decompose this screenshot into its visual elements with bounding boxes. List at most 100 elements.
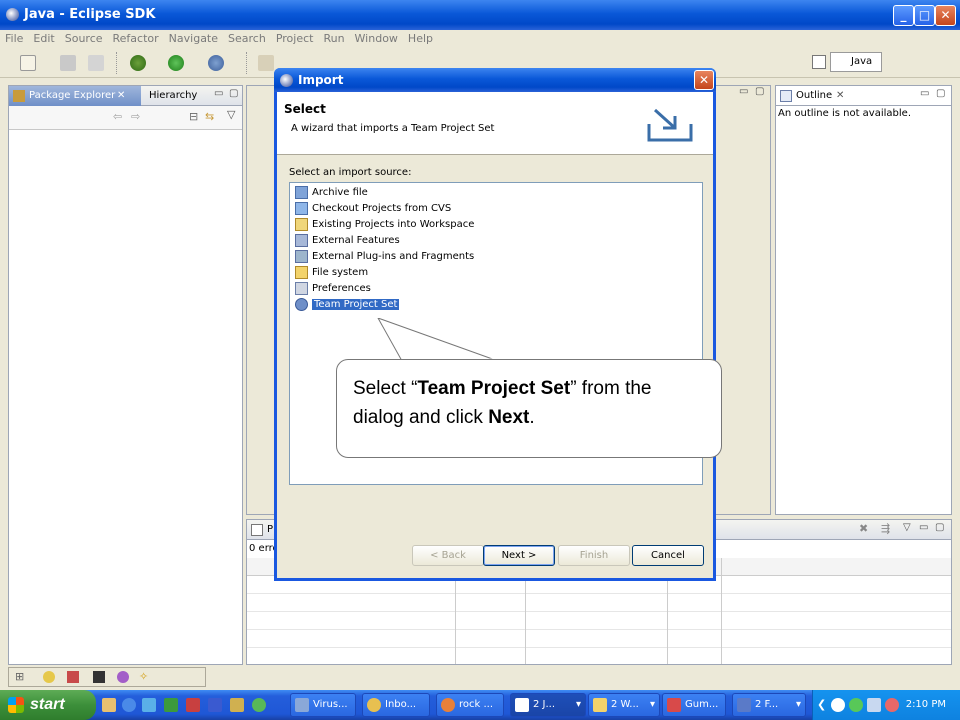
- callout-pointer: [377, 318, 499, 362]
- quicklaunch-ie-icon[interactable]: [122, 698, 136, 712]
- fast-view-icon[interactable]: ⊞: [15, 670, 24, 683]
- minimize-view-icon[interactable]: ▭: [920, 88, 929, 99]
- tree-item-preferences[interactable]: Preferences: [295, 281, 371, 296]
- tray-security-icon[interactable]: [849, 698, 863, 712]
- quicklaunch-browser-icon[interactable]: [142, 698, 156, 712]
- tree-item-archive-file[interactable]: Archive file: [295, 185, 368, 200]
- search-view-icon[interactable]: [117, 671, 129, 683]
- menu-file[interactable]: File: [0, 30, 28, 48]
- filter-icon[interactable]: ⇶: [881, 522, 890, 535]
- open-perspective-icon[interactable]: [812, 55, 826, 69]
- save-icon[interactable]: [60, 55, 76, 71]
- new-java-project-icon[interactable]: [258, 55, 274, 71]
- task-f-group[interactable]: 2 F... ▾: [732, 693, 806, 717]
- view-menu-icon[interactable]: ▽: [227, 108, 235, 121]
- finish-button[interactable]: Finish: [558, 545, 630, 566]
- menu-navigate[interactable]: Navigate: [164, 30, 223, 48]
- view-menu-icon[interactable]: ▽: [903, 522, 911, 533]
- menu-window[interactable]: Window: [350, 30, 403, 48]
- task-java-group[interactable]: 2 J... ▾: [510, 693, 586, 717]
- eclipse-icon: [6, 8, 19, 21]
- plugin-icon: [295, 250, 308, 263]
- toolbar-separator: [246, 52, 248, 74]
- maximize-view-icon[interactable]: ▢: [755, 86, 764, 97]
- progress-icon[interactable]: ✧: [139, 670, 148, 683]
- app-icon: [667, 698, 681, 712]
- forward-arrow-icon[interactable]: ⇨: [131, 110, 140, 123]
- task-inbox[interactable]: Inbo...: [362, 693, 430, 717]
- tab-package-explorer[interactable]: Package Explorer ✕: [9, 86, 141, 106]
- tab-hierarchy[interactable]: Hierarchy: [141, 86, 203, 106]
- back-button[interactable]: < Back: [412, 545, 484, 566]
- tree-item-checkout-cvs[interactable]: Checkout Projects from CVS: [295, 201, 451, 216]
- new-icon[interactable]: [20, 55, 36, 71]
- bookmarks-icon[interactable]: [67, 671, 79, 683]
- tree-item-existing-projects[interactable]: Existing Projects into Workspace: [295, 217, 474, 232]
- cancel-button[interactable]: Cancel: [632, 545, 704, 566]
- callout-text: .: [529, 407, 535, 428]
- tray-expand-icon[interactable]: ❮: [817, 698, 826, 711]
- maximize-view-icon[interactable]: ▢: [936, 88, 945, 99]
- shield-icon: [295, 698, 309, 712]
- debug-icon[interactable]: [130, 55, 146, 71]
- tasks-icon[interactable]: [43, 671, 55, 683]
- delete-icon[interactable]: ✖: [859, 522, 868, 535]
- cvs-checkout-icon: [295, 202, 308, 215]
- import-source-label: Select an import source:: [289, 167, 412, 178]
- dialog-title-bar[interactable]: Import ✕: [274, 68, 716, 92]
- perspective-java[interactable]: Java: [830, 52, 882, 72]
- tray-network-icon[interactable]: [867, 698, 881, 712]
- run-icon[interactable]: [168, 55, 184, 71]
- quicklaunch-tools-icon[interactable]: [230, 698, 244, 712]
- link-editor-icon[interactable]: ⇆: [205, 110, 214, 123]
- menu-run[interactable]: Run: [318, 30, 349, 48]
- menu-edit[interactable]: Edit: [28, 30, 59, 48]
- next-button[interactable]: Next >: [483, 545, 555, 566]
- quicklaunch-excel-icon[interactable]: [164, 698, 178, 712]
- tree-item-team-project-set[interactable]: Team Project Set: [295, 297, 400, 312]
- tray-volume-icon[interactable]: [885, 698, 899, 712]
- start-button[interactable]: start: [0, 690, 96, 720]
- wizard-header: Select A wizard that imports a Team Proj…: [277, 92, 713, 155]
- quicklaunch-word-icon[interactable]: [208, 698, 222, 712]
- tree-item-file-system[interactable]: File system: [295, 265, 368, 280]
- tab-outline[interactable]: Outline ✕: [776, 86, 856, 106]
- menu-help[interactable]: Help: [403, 30, 438, 48]
- maximize-button[interactable]: □: [914, 5, 935, 26]
- task-rock[interactable]: rock ...: [436, 693, 504, 717]
- menu-source[interactable]: Source: [60, 30, 108, 48]
- dialog-close-button[interactable]: ✕: [694, 70, 714, 90]
- close-tab-icon[interactable]: ✕: [836, 86, 844, 106]
- maximize-view-icon[interactable]: ▢: [229, 88, 238, 99]
- task-gum[interactable]: Gum...: [662, 693, 726, 717]
- firefox-icon: [441, 698, 455, 712]
- quicklaunch-folder-icon[interactable]: [102, 698, 116, 712]
- quicklaunch-app-icon[interactable]: [252, 698, 266, 712]
- console-icon[interactable]: [93, 671, 105, 683]
- window-title-bar[interactable]: Java - Eclipse SDK _ □ ✕: [0, 0, 960, 30]
- folder-icon: [593, 698, 607, 712]
- collapse-all-icon[interactable]: ⊟: [189, 110, 198, 123]
- quicklaunch-access-icon[interactable]: [186, 698, 200, 712]
- print-icon[interactable]: [88, 55, 104, 71]
- task-windows-group[interactable]: 2 W... ▾: [588, 693, 660, 717]
- minimize-view-icon[interactable]: ▭: [739, 86, 748, 97]
- minimize-button[interactable]: _: [893, 5, 914, 26]
- tab-problems[interactable]: P: [247, 520, 277, 540]
- task-virus[interactable]: Virus...: [290, 693, 356, 717]
- menu-refactor[interactable]: Refactor: [108, 30, 164, 48]
- view-toolbar: ⇦ ⇨ ⊟ ⇆ ▽: [9, 106, 242, 130]
- close-button[interactable]: ✕: [935, 5, 956, 26]
- folder-icon: [295, 266, 308, 279]
- menu-search[interactable]: Search: [223, 30, 271, 48]
- external-tools-icon[interactable]: [208, 55, 224, 71]
- tray-app-icon[interactable]: [831, 698, 845, 712]
- back-arrow-icon[interactable]: ⇦: [113, 110, 122, 123]
- tree-item-external-plugins[interactable]: External Plug-ins and Fragments: [295, 249, 474, 264]
- close-tab-icon[interactable]: ✕: [117, 86, 125, 106]
- menu-project[interactable]: Project: [271, 30, 319, 48]
- minimize-view-icon[interactable]: ▭: [214, 88, 223, 99]
- minimize-view-icon[interactable]: ▭: [919, 522, 928, 533]
- tree-item-external-features[interactable]: External Features: [295, 233, 400, 248]
- maximize-view-icon[interactable]: ▢: [935, 522, 944, 533]
